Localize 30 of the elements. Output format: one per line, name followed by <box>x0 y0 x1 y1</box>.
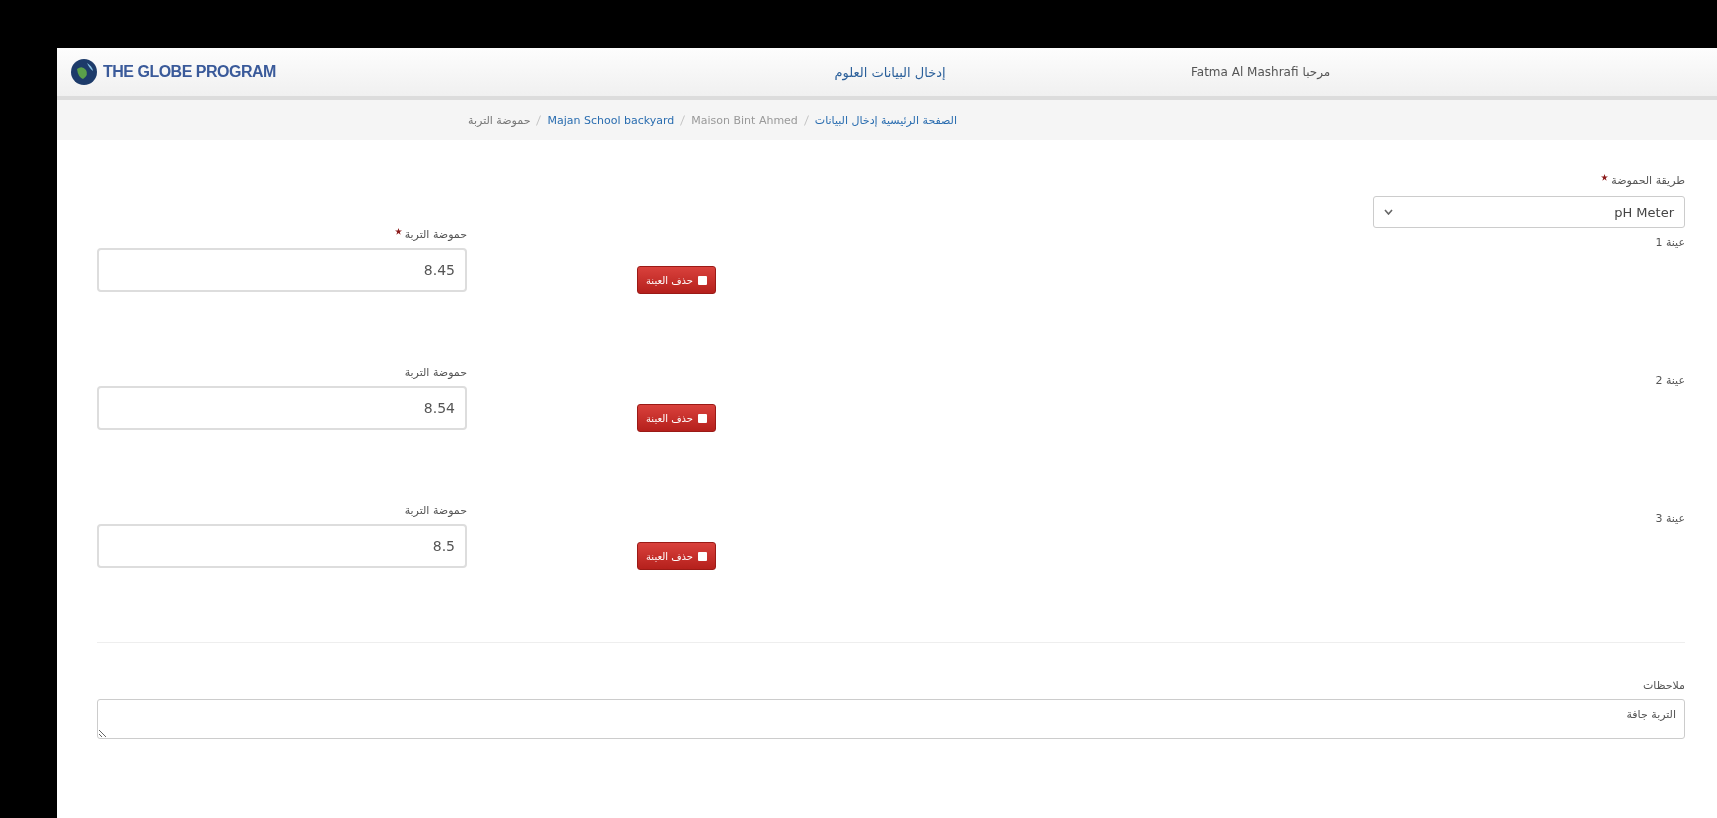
breadcrumb-link[interactable]: الصفحة الرئيسية إدخال البيانات <box>814 113 957 127</box>
value-input[interactable]: 8.54 <box>97 386 467 430</box>
field-label: حموضة التربة <box>404 366 467 379</box>
breadcrumb-link[interactable]: Majan School backyard <box>547 113 675 127</box>
field-label: حموضة التربة <box>404 504 467 517</box>
logo-text[interactable]: THE GLOBE PROGRAM <box>103 63 276 81</box>
comments-field[interactable]: التربة جافة <box>97 699 1685 739</box>
caret-icon <box>1384 209 1393 215</box>
value-input[interactable]: 8.5 <box>97 524 467 568</box>
required-icon <box>394 228 402 235</box>
page-title: إدخال البيانات العلوم <box>834 64 946 80</box>
separator-icon <box>536 114 542 126</box>
method-select[interactable]: pH Meter <box>1373 196 1685 228</box>
sample-title: عينة 2 <box>1654 373 1685 387</box>
delete-sample-button[interactable]: حذف العينة <box>637 542 717 570</box>
greeting: مرحبا <box>1302 65 1331 79</box>
sample-title: عينة 3 <box>1654 511 1685 525</box>
separator-icon <box>680 114 686 126</box>
user-name[interactable]: Fatma Al Mashrafi <box>1191 65 1299 79</box>
field-label: حموضة التربة <box>404 228 467 241</box>
value-input[interactable]: 8.45 <box>97 248 467 292</box>
breadcrumb-current: حموضة التربة <box>468 113 531 127</box>
separator-icon <box>803 114 809 126</box>
globe-logo-icon <box>69 57 99 87</box>
field-label: ملاحظات <box>1643 679 1685 692</box>
delete-sample-button[interactable]: حذف العينة <box>637 266 717 294</box>
delete-sample-button[interactable]: حذف العينة <box>637 404 717 432</box>
sample-title: عينة 1 <box>1654 235 1685 249</box>
field-label: طريقة الحموضة <box>1611 174 1685 187</box>
required-icon <box>1601 174 1609 181</box>
